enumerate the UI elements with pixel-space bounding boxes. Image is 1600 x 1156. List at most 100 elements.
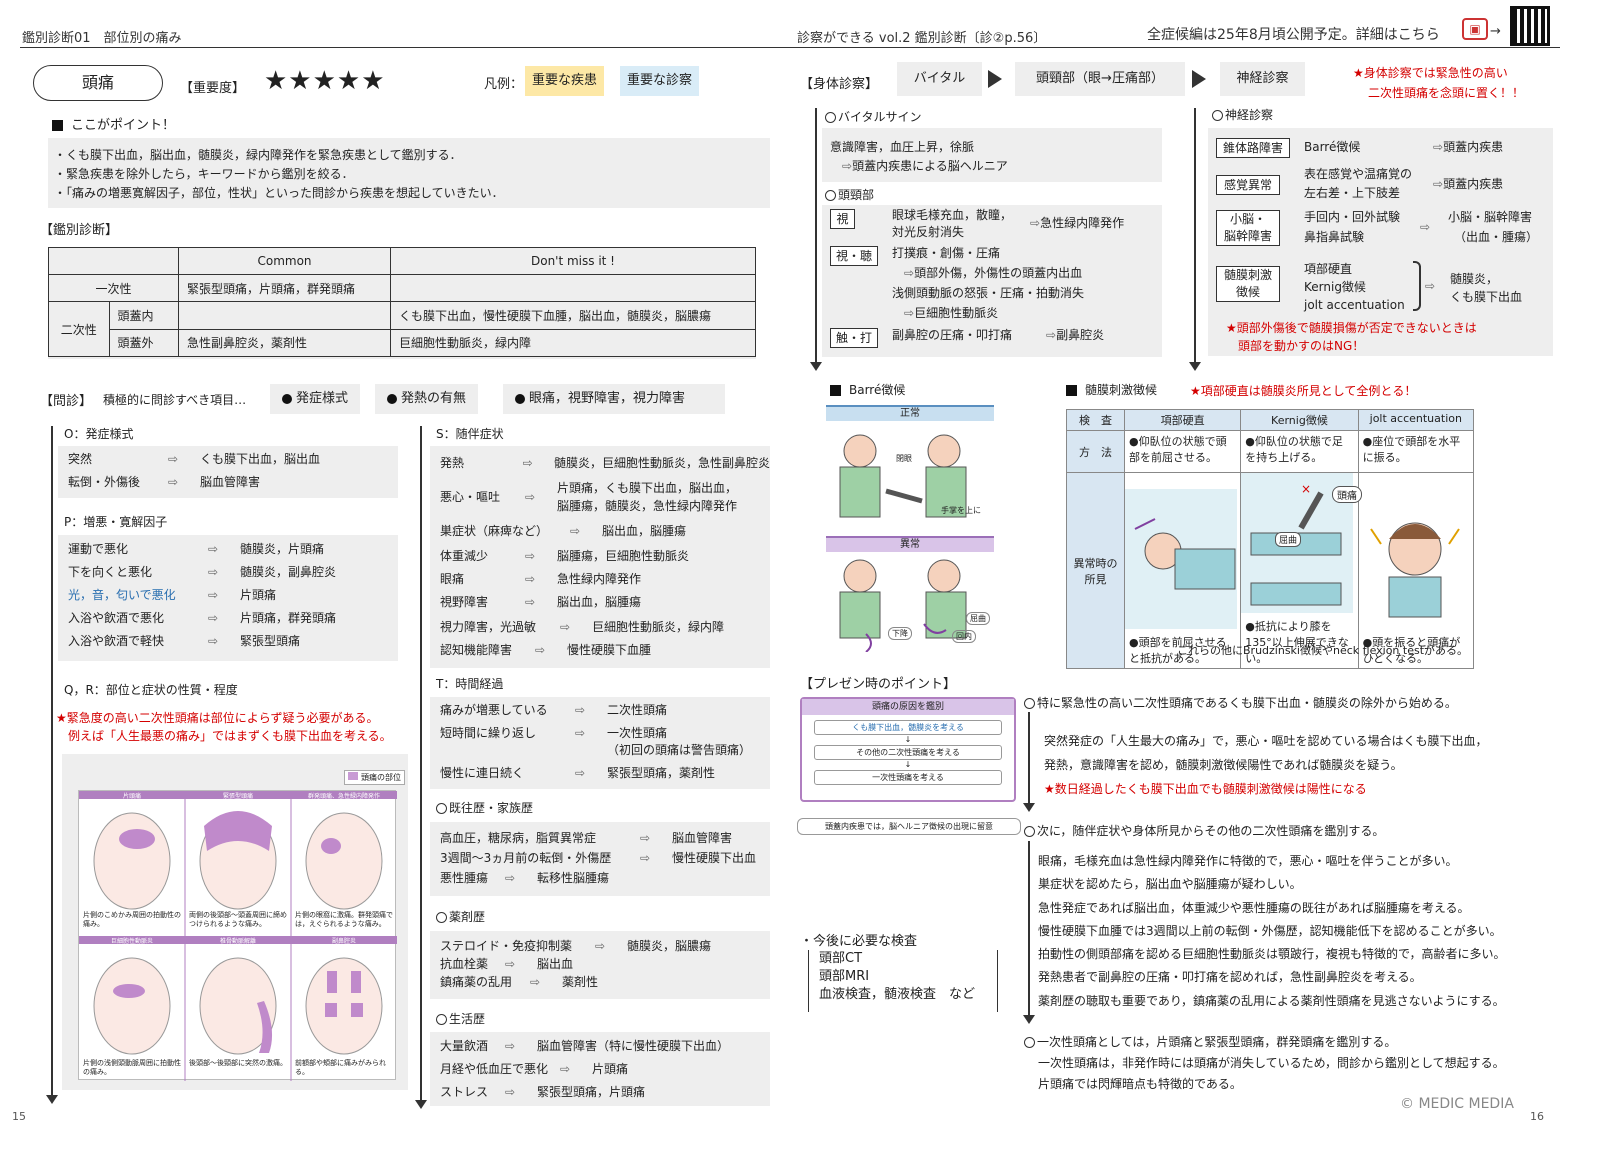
qr-note: 例えば「人生最悪の痛み」ではまずくも膜下出血を考える。 (68, 729, 392, 743)
neuro-result: ⇨頭蓋内疾患 (1433, 140, 1504, 154)
point-item: ・「痛みの増悪寛解因子，部位，性状」といった問診から疾患を想起していきたい． (54, 186, 504, 200)
flow-note: 頭蓋内疾患では，脳ヘルニア徴候の出現に留意 (797, 818, 1021, 835)
exam-heading: 【身体診察】 (800, 77, 879, 92)
test-item: 頭部CT (819, 951, 863, 966)
ddx-col-common: Common (178, 247, 391, 275)
exam-text: 対光反射消失 (892, 225, 965, 239)
ddx-intra: 頭蓋内 (109, 302, 178, 330)
present-flow: 頭痛の原因を鑑別 くも膜下出血，髄膜炎を考える ↓ その他の二次性頭痛を考える … (800, 697, 1016, 802)
head-fig-title: 群発頭痛、急性緑内障発作 (307, 793, 380, 800)
exam-text: 副鼻腔の圧痛・叩打痛 (892, 328, 1013, 342)
ft-method: ●仰臥位の状態で足を持ち上げる。 (1240, 430, 1359, 473)
neuro-test: 表在感覚や温痛覚の (1304, 167, 1413, 181)
flow-arrow (46, 426, 58, 1104)
brace (1413, 261, 1421, 311)
header-center: 診察ができる vol.2 鑑別診断〔診②p.56〕 (797, 31, 1047, 46)
meningeal-footnote: これらの他にBrudzinski徴候やneck flexion testがある。 (1177, 644, 1469, 657)
ft-method: ●仰臥位の状態で頭部を前屈させる。 (1123, 430, 1242, 473)
neuro-box: 錐体路障害 Barré徴候 ⇨頭蓋内疾患 感覚異常 表在感覚や温痛覚の 左右差・… (1208, 128, 1553, 356)
interview-chip: 眼痛，視野障害，視力障害 (503, 384, 725, 414)
head-figure: 頭痛の部位 片頭痛 緊張型頭痛 群発頭痛、急性緑内障発作 巨細胞性動脈炎 椎骨動… (62, 754, 408, 1090)
head-fig-title: 片頭痛 (122, 793, 141, 800)
test-item: 血液検査，髄液検査 など (819, 987, 976, 1002)
barre-label: 手掌を上に (941, 506, 981, 515)
legend-disease: 重要な疾患 (525, 66, 605, 96)
head-fig-caption: 後頭部〜後頸部に突然の激痛。 (189, 1059, 287, 1067)
present-p2-body: 眼痛，毛様充血は急性緑内障発作に特徴的で，悪心・嘔吐を伴うことが多い。 巣症状を… (1038, 854, 1506, 1008)
head-fig-caption: 前額部や頬部に痛みがみられる。 (295, 1059, 386, 1076)
flow-arrow (1023, 841, 1035, 1024)
page-number-left: 15 (12, 1110, 26, 1123)
header-right[interactable]: 全症候編は25年8月頃公開予定。詳細はこちら (1147, 24, 1440, 44)
exam-method-label: 視 (830, 209, 855, 229)
interview-chip: 発症様式 (270, 384, 361, 414)
barre-label: 回内 (952, 630, 976, 643)
exam-note: ★身体診察では緊急性の高い (1353, 66, 1508, 80)
qr-note: ★緊急度の高い二次性頭痛は部位によらず疑う必要がある。 (56, 711, 379, 725)
flow-title: 頭痛の原因を鑑別 (802, 699, 1014, 715)
neuro-result: 小脳・脳幹障害 (1448, 210, 1533, 224)
ddx-col-dontmiss: Don't miss it ! (390, 247, 756, 275)
meningeal-figure: 検 査項部硬直 Kernig徴候 jolt accentuation 方 法 ●仰臥位… (1066, 409, 1475, 669)
flow-arrow (1023, 712, 1035, 812)
head-fig-legend: 頭痛の部位 (344, 770, 405, 785)
importance-label: 【重要度】 (180, 81, 246, 96)
present-heading: 【プレゼン時のポイント】 (800, 677, 957, 692)
headneck-box: 視 眼球毛様充血，散瞳， 対光反射消失 ⇨急性緑内障発作 視・聴 打撲痕・創傷・… (822, 205, 1162, 357)
test-item: 頭部MRI (819, 969, 870, 984)
interview-chip: 発熱の有無 (375, 384, 479, 414)
symptoms-heading: S：随伴症状 (436, 427, 504, 441)
present-p1: 特に緊急性の高い二次性頭痛であるくも膜下出血・髄膜炎の除外から始める。 (1024, 694, 1457, 711)
head-fig-title: 緊張型頭痛 (222, 793, 253, 800)
vital-heading: バイタルサイン (825, 108, 922, 125)
head-fig-caption: 片側の浅側頭動脈周囲に拍動性の痛み。 (83, 1059, 181, 1076)
neuro-heading: 神経診察 (1212, 106, 1273, 123)
jolt-drawing (1358, 489, 1471, 629)
exam-method-label: 視・聴 (830, 246, 878, 266)
exam-step-vital: バイタル (897, 62, 982, 96)
neuro-label: 感覚異常 (1216, 175, 1280, 195)
symptoms-box: 発熱 ⇨ 髄膜炎，巨細胞性動脈炎，急性副鼻腔炎 悪心・嘔吐 ⇨ 片頭痛，くも膜下出血，脳… (430, 446, 770, 668)
exam-text: ⇨巨細胞性動脈炎 (904, 306, 999, 320)
flow-step: その他の二次性頭痛を考える (814, 745, 1002, 760)
legend-exam: 重要な診察 (620, 66, 700, 96)
present-p3-body: 一次性頭痛は，非発作時には頭痛が消失しているため，問診から鑑別として想起する。 … (1038, 1056, 1505, 1091)
barre-normal-label: 正常 (826, 405, 994, 421)
exam-text: ⇨急性緑内障発作 (1030, 216, 1125, 230)
flow-arrow (415, 426, 427, 1109)
neuro-test: 項部硬直 (1304, 262, 1353, 276)
ft-row-label: 方 法 (1066, 430, 1125, 473)
neuro-test: Kernig徴候 (1304, 280, 1366, 294)
headneck-heading: 頭頸部 (825, 186, 874, 203)
barre-figure: 正常 閉眼 手掌を上に 異常 下降 回内 屈曲 (826, 405, 994, 653)
head-fig-caption: 両側の後頭部〜頭蓋周囲に締めつけられるような痛み。 (189, 911, 287, 928)
ft-row-label: 異常時の所見 (1066, 472, 1125, 669)
neuro-test: jolt accentuation (1304, 298, 1405, 312)
neuro-arrow: ⇨ (1420, 220, 1431, 234)
legend-label: 凡例： (484, 77, 524, 92)
neuro-test: 手回内・回外試験 (1304, 210, 1401, 224)
page-number-right: 16 (1530, 1110, 1544, 1123)
life-box: 大量飲酒 ⇨ 脳血管障害（特に慢性硬膜下出血） 月経や低血圧で悪化 ⇨ 片頭痛 ストレス… (430, 1032, 770, 1106)
flow-arrow (810, 108, 822, 371)
history-heading: 既往歴・家族歴 (436, 799, 533, 816)
neuro-label: 小脳・ 脳幹障害 (1216, 210, 1280, 246)
book-icon: ▣ (1462, 18, 1488, 40)
neuro-test: 左右差・上下肢差 (1304, 186, 1401, 200)
step-arrow-icon (988, 70, 1002, 91)
head-fig-title: 椎骨動脈解離 (219, 938, 256, 945)
ddx-table-wrap: Common Don't miss it ! 一次性 緊張型頭痛，片頭痛，群発頭痛 … (48, 247, 756, 359)
time-heading: T：時間経過 (436, 677, 504, 691)
exam-step-headneck: 頭頸部（眼→圧痛部） (1015, 62, 1185, 96)
vital-box: 意識障害，血圧上昇，徐脈 ⇨頭蓋内疾患による脳ヘルニア (822, 128, 1162, 182)
history-box: 高血圧，糖尿病，脂質異常症 ⇨ 脳血管障害 3週間〜3ヵ月前の転倒・外傷歴 ⇨ 慢性硬膜… (430, 822, 770, 896)
ft-method: ●座位で頭部を水平に振る。 (1357, 430, 1475, 473)
barre-label: 屈曲 (966, 612, 990, 625)
copyright: © MEDIC MEDIA (1400, 1096, 1514, 1112)
ddx-heading: 【鑑別診断】 (40, 223, 119, 238)
drugs-box: ステロイド・免疫抑制薬 ⇨ 髄膜炎，脳膿瘍 抗血栓薬 ⇨ 脳出血 鎮痛薬の乱用 ⇨ 薬剤性 (430, 931, 770, 999)
header-left: 鑑別診断01 部位別の痛み (22, 31, 182, 46)
qr-code-icon[interactable] (1510, 6, 1550, 46)
neck-stiffness-drawing (1125, 489, 1237, 629)
ft-header: jolt accentuation (1357, 409, 1475, 431)
